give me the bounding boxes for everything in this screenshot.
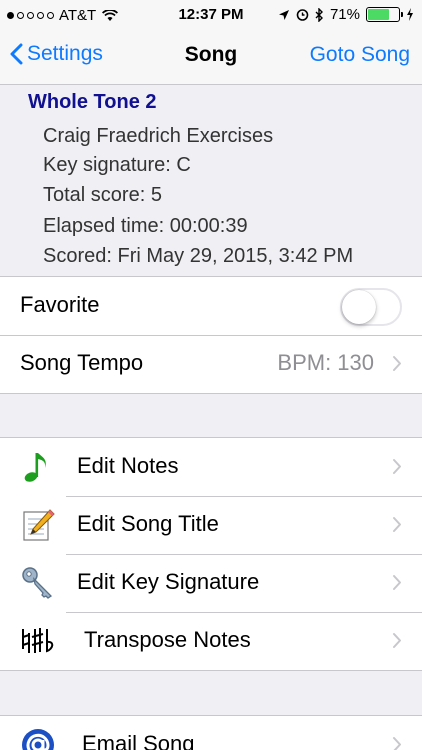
settings-group: Favorite Song Tempo BPM: 130 (0, 277, 422, 394)
song-tempo-row[interactable]: Song Tempo BPM: 130 (0, 335, 422, 393)
back-button[interactable]: Settings (10, 42, 103, 66)
music-note-icon (24, 453, 46, 482)
chevron-right-icon (393, 459, 401, 474)
chevron-left-icon (10, 43, 23, 65)
alarm-icon (296, 9, 309, 21)
key-icon (22, 567, 53, 599)
edit-notes-row[interactable]: Edit Notes (0, 438, 422, 496)
back-button-label: Settings (27, 42, 103, 65)
chevron-right-icon (393, 517, 401, 532)
scored-date-info: Scored: Fri May 29, 2015, 3:42 PM (43, 245, 354, 267)
share-group: Email Song (0, 715, 422, 750)
navigation-bar: Settings Song Goto Song (0, 30, 422, 85)
song-author: Craig Fraedrich Exercises (43, 125, 274, 147)
bluetooth-icon (315, 7, 323, 22)
toggle-knob (342, 290, 376, 324)
edit-song-title-row[interactable]: Edit Song Title (0, 496, 422, 554)
actions-group: Edit Notes Edit Song Title Edit Key Sign… (0, 437, 422, 671)
chevron-right-icon (393, 737, 401, 750)
elapsed-time-info: Elapsed time: 00:00:39 (43, 215, 248, 237)
song-tempo-value: BPM: 130 (277, 350, 374, 375)
edit-key-signature-label: Edit Key Signature (77, 569, 260, 594)
goto-song-button[interactable]: Goto Song (310, 43, 410, 67)
charging-bolt-icon (407, 8, 413, 21)
accidentals-icon (22, 628, 54, 653)
favorite-label: Favorite (20, 292, 100, 317)
song-info-section: Whole Tone 2 Craig Fraedrich Exercises K… (0, 85, 422, 277)
edit-key-signature-row[interactable]: Edit Key Signature (0, 554, 422, 612)
song-title: Whole Tone 2 (28, 91, 157, 113)
email-song-label: Email Song (82, 731, 195, 750)
battery-icon (366, 7, 403, 22)
status-bar: AT&T 12:37 PM 71% (0, 0, 422, 30)
favorite-row: Favorite (0, 277, 422, 335)
favorite-toggle[interactable] (340, 288, 402, 326)
notepad-pencil-icon (23, 509, 55, 541)
edit-song-title-label: Edit Song Title (77, 511, 219, 536)
email-song-row[interactable]: Email Song (0, 716, 422, 750)
at-sign-icon (22, 729, 54, 750)
key-signature-info: Key signature: C (43, 154, 191, 176)
battery-percent: 71% (329, 6, 360, 23)
transpose-notes-row[interactable]: Transpose Notes (0, 612, 422, 670)
transpose-notes-label: Transpose Notes (84, 627, 251, 652)
total-score-info: Total score: 5 (43, 184, 162, 206)
chevron-right-icon (393, 633, 401, 648)
edit-notes-label: Edit Notes (77, 453, 179, 478)
location-arrow-icon (278, 9, 289, 20)
chevron-right-icon (393, 356, 401, 371)
song-tempo-label: Song Tempo (20, 350, 144, 375)
chevron-right-icon (393, 575, 401, 590)
status-right: 71% (278, 6, 414, 23)
